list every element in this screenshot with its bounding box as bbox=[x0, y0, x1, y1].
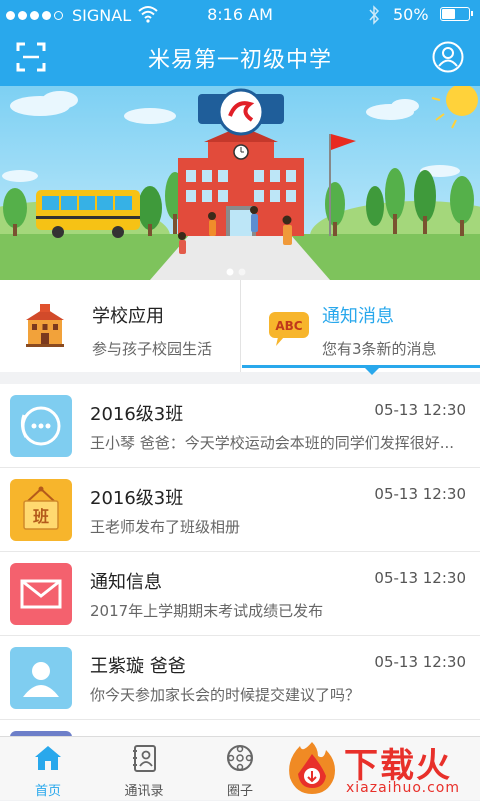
app-header: 米易第一初级中学 bbox=[0, 30, 480, 86]
chat-bubble-icon bbox=[10, 395, 72, 457]
list-item[interactable]: 2016级3班 05-13 12:30 王小琴 爸爸：今天学校运动会本班的同学们… bbox=[0, 384, 480, 468]
school-illustration bbox=[0, 86, 480, 280]
bluetooth-icon bbox=[369, 5, 380, 25]
school-building-icon bbox=[26, 304, 64, 347]
list-item[interactable] bbox=[0, 720, 480, 736]
tab-home[interactable]: 首页 bbox=[0, 737, 96, 801]
message-preview: 王小琴 爸爸：今天学校运动会本班的同学们发挥很好... bbox=[90, 434, 455, 452]
profile-icon[interactable] bbox=[432, 41, 464, 73]
home-icon bbox=[35, 746, 61, 770]
conversation-name: 2016级3班 bbox=[90, 404, 184, 425]
contacts-book-icon bbox=[133, 745, 156, 772]
tab-contacts[interactable]: 通讯录 bbox=[96, 737, 192, 801]
card-subtitle: 参与孩子校园生活 bbox=[92, 340, 213, 358]
envelope-icon bbox=[10, 563, 72, 625]
tab-label: 通讯录 bbox=[124, 784, 164, 799]
message-preview: 你今天参加家长会的时候提交建议了吗？ bbox=[90, 686, 361, 704]
selected-tab-indicator bbox=[242, 365, 480, 368]
message-date: 05-13 12:30 bbox=[374, 485, 466, 503]
selected-tab-pointer bbox=[365, 368, 379, 375]
message-date: 05-13 12:30 bbox=[374, 569, 466, 587]
battery-icon bbox=[440, 7, 473, 21]
message-preview: 2017年上学期期末考试成绩已发布 bbox=[90, 602, 324, 620]
watermark: 下载火 xiazaihuo.com bbox=[282, 736, 480, 800]
tab-label: 圈子 bbox=[226, 784, 253, 799]
message-list: 2016级3班 05-13 12:30 王小琴 爸爸：今天学校运动会本班的同学们… bbox=[0, 384, 480, 736]
card-subtitle: 您有3条新的消息 bbox=[322, 340, 437, 358]
school-apps-card[interactable]: 学校应用 参与孩子校园生活 bbox=[0, 280, 240, 372]
circle-dots-icon bbox=[227, 745, 253, 771]
watermark-url: xiazaihuo.com bbox=[346, 780, 460, 796]
message-date: 05-13 12:30 bbox=[374, 401, 466, 419]
conversation-name: 通知信息 bbox=[90, 572, 162, 593]
card-title: 学校应用 bbox=[92, 306, 164, 327]
conversation-name: 2016级3班 bbox=[90, 488, 184, 509]
battery-fill bbox=[442, 9, 455, 19]
conversation-name: 王紫璇 爸爸 bbox=[90, 656, 186, 677]
feature-cards: 学校应用 参与孩子校园生活 ABC 通知消息 您有3条新的消息 bbox=[0, 280, 480, 372]
list-item[interactable]: 王紫璇 爸爸 05-13 12:30 你今天参加家长会的时候提交建议了吗？ bbox=[0, 636, 480, 720]
list-item[interactable]: 班 2016级3班 05-13 12:30 王老师发布了班级相册 bbox=[0, 468, 480, 552]
status-bar: SIGNAL 8:16 AM 50% bbox=[0, 0, 480, 30]
message-date: 05-13 12:30 bbox=[374, 653, 466, 671]
school-banner[interactable] bbox=[0, 86, 480, 280]
tab-label: 首页 bbox=[34, 784, 61, 799]
svg-text:ABC: ABC bbox=[275, 319, 302, 333]
flame-logo-icon bbox=[289, 742, 335, 794]
notifications-card[interactable]: ABC 通知消息 您有3条新的消息 bbox=[240, 280, 480, 372]
person-icon bbox=[10, 647, 72, 709]
battery-percent: 50% bbox=[393, 5, 429, 24]
class-sign-icon: 班 bbox=[10, 479, 72, 541]
message-preview: 王老师发布了班级相册 bbox=[90, 518, 241, 536]
card-title: 通知消息 bbox=[322, 306, 394, 327]
abc-notice-icon: ABC bbox=[269, 312, 309, 346]
page-title: 米易第一初级中学 bbox=[147, 48, 332, 73]
svg-text:班: 班 bbox=[33, 507, 49, 526]
tab-circle[interactable]: 圈子 bbox=[192, 737, 288, 801]
list-item[interactable]: 通知信息 05-13 12:30 2017年上学期期末考试成绩已发布 bbox=[0, 552, 480, 636]
